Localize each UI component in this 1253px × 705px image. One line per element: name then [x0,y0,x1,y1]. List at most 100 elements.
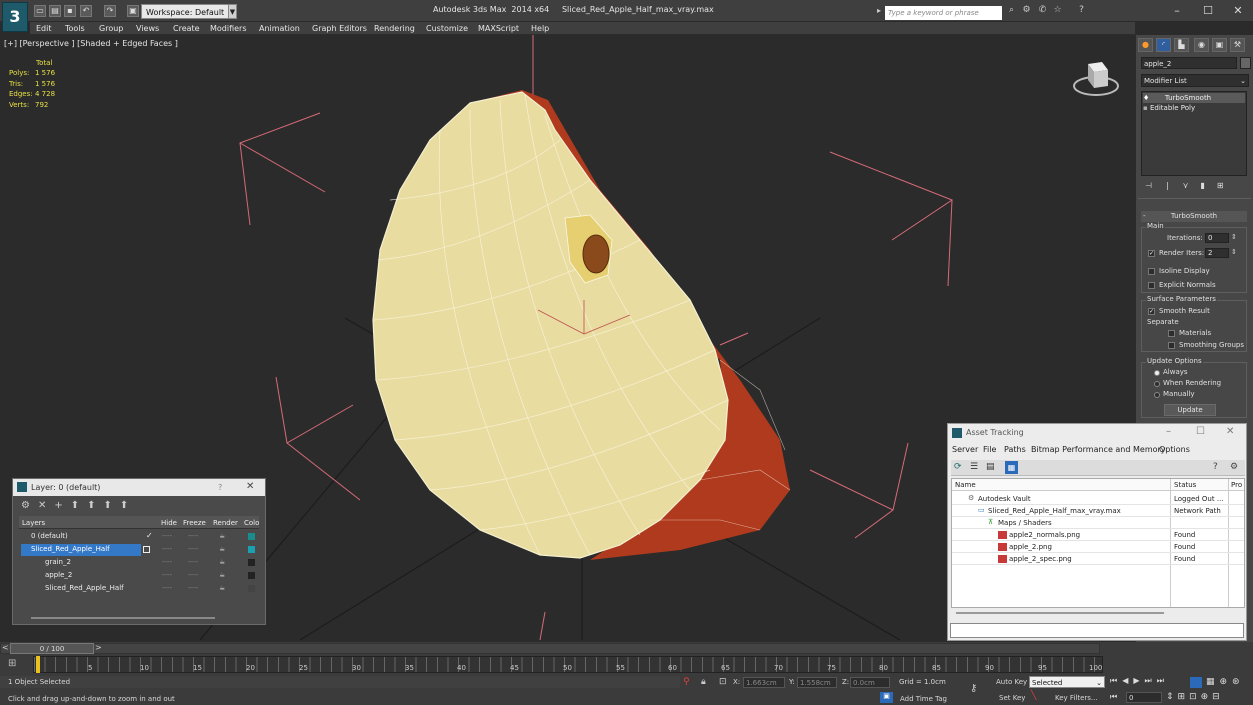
always-radio[interactable] [1154,370,1160,376]
table-row[interactable]: ⚙ Autodesk Vault Logged Out ... [952,493,1244,505]
favorites-star-icon[interactable]: ☆ [1052,5,1063,16]
time-tag-icon[interactable]: ▣ [880,692,893,703]
layer-color-swatch[interactable] [248,572,255,579]
search-input[interactable]: Type a keyword or phrase [885,6,1002,20]
col-hide[interactable]: Hide [161,519,177,527]
new-file-icon[interactable]: ▭ [34,5,46,17]
motion-tab-icon[interactable]: ◉ [1194,38,1209,52]
menu-group[interactable]: Group [99,22,123,35]
explicit-normals-checkbox[interactable] [1148,282,1155,289]
utilities-tab-icon[interactable]: ⚒ [1230,38,1245,52]
close-button[interactable]: ✕ [1223,2,1253,19]
set-key-button[interactable]: Set Key [999,694,1025,702]
mini-curve-editor-icon[interactable]: ⊞ [8,658,16,669]
add-time-tag[interactable]: Add Time Tag [900,695,947,703]
asset-path-field[interactable] [950,623,1244,638]
time-slider-thumb[interactable]: 0 / 100 [10,643,94,654]
layer-row[interactable]: Sliced_Red_Apple_Half ---- ---- ☕ [19,583,259,595]
spinner-arrows-icon[interactable]: ⇕ [1231,233,1237,241]
workspace-dropdown[interactable]: Workspace: Default [141,4,229,19]
slider-left-arrow[interactable]: < [2,643,9,652]
isoline-checkbox[interactable] [1148,268,1155,275]
turbosmooth-rollout-header[interactable]: - TurboSmooth [1141,211,1247,222]
auto-key-button[interactable]: Auto Key [996,678,1027,686]
selection-set-dropdown[interactable]: Selected ⌄ [1029,676,1105,688]
layer-toolbar[interactable]: ⚙✕+⬆⬆⬆⬆ [21,500,136,511]
menu-views[interactable]: Views [136,22,159,35]
x-coordinate-field[interactable]: 1.663cm [743,677,785,688]
layer-row[interactable]: Sliced_Red_Apple_Half ---- ---- ☕ [19,544,259,556]
update-button[interactable]: Update [1164,404,1216,416]
table-row[interactable]: apple_2_spec.png Found [952,553,1244,565]
isolate-icon[interactable]: ⚲ [683,677,690,687]
playback-controls[interactable]: ⏮◀▶⏭⏭ [1110,676,1169,686]
menu-tools[interactable]: Tools [65,22,85,35]
time-slider-track[interactable] [0,643,1100,654]
viewport-nav-icons[interactable]: ▦⊕⊛ [1206,677,1245,687]
menu-graph-editors[interactable]: Graph Editors [312,22,367,35]
key-icon[interactable]: ⚷ [970,683,977,694]
smoothing-groups-checkbox[interactable] [1168,342,1175,349]
maximize-button[interactable]: ☐ [1193,2,1223,19]
lightbulb-icon[interactable]: ♦ [1143,94,1149,102]
horizontal-scrollbar[interactable] [31,617,215,619]
close-icon[interactable]: ✕ [246,481,254,492]
asset-menu-server[interactable]: Server [952,445,978,454]
key-filters-button[interactable]: Key Filters... [1055,694,1098,702]
undo-icon[interactable]: ↶ [80,5,92,17]
stack-item-editable-poly[interactable]: ▪ Editable Poly [1143,103,1245,113]
chevron-down-icon[interactable]: ▼ [228,4,237,19]
asset-menu-bitmap[interactable]: Bitmap Performance and Memory [1031,445,1166,454]
list-view-icon[interactable]: ☰ [970,462,978,472]
asset-menu-paths[interactable]: Paths [1004,445,1026,454]
redo-icon[interactable]: ↷ [104,5,116,17]
open-file-icon[interactable]: ▤ [49,5,61,17]
table-row[interactable]: apple_2.png Found [952,541,1244,553]
object-color-swatch[interactable] [1240,57,1251,69]
layer-row[interactable]: grain_2 ---- ---- ☕ [19,557,259,569]
layer-row[interactable]: 0 (default) ✓ ---- ---- ☕ [19,531,259,543]
settings-icon[interactable]: ⚙ [1230,462,1238,472]
close-icon[interactable]: ✕ [1226,426,1234,437]
slider-right-arrow[interactable]: > [95,643,102,652]
layer-color-swatch[interactable] [248,559,255,566]
create-tab-icon[interactable]: ● [1138,38,1153,52]
manually-radio[interactable] [1154,392,1160,398]
minimize-button[interactable]: – [1162,2,1192,19]
display-tab-icon[interactable]: ▣ [1212,38,1227,52]
layer-color-swatch[interactable] [248,546,255,553]
asset-menu-file[interactable]: File [983,445,996,454]
menu-rendering[interactable]: Rendering [374,22,415,35]
key-mode-toggle-icon[interactable] [1190,677,1202,688]
menu-create[interactable]: Create [173,22,200,35]
stack-item-turbosmooth[interactable]: ♦ TurboSmooth [1143,93,1245,103]
modify-tab-icon[interactable]: ◜ [1156,38,1171,52]
maximize-button[interactable]: ☐ [1196,426,1205,437]
z-coordinate-field[interactable]: 0.0cm [850,677,890,688]
layer-color-swatch[interactable] [248,533,255,540]
save-file-icon[interactable]: ▪ [64,5,76,17]
hierarchy-tab-icon[interactable]: ▙ [1174,38,1189,52]
when-rendering-radio[interactable] [1154,381,1160,387]
binoculars-icon[interactable]: ⌕ [1006,5,1017,16]
table-row[interactable]: apple2_normals.png Found [952,529,1244,541]
lock-selection-icon[interactable]: 🔒︎ [701,677,706,687]
materials-checkbox[interactable] [1168,330,1175,337]
viewport-label[interactable]: [+] [Perspective ] [Shaded + Edged Faces… [4,39,178,48]
col-proxy[interactable]: Pro [1231,481,1242,489]
asset-menu-options[interactable]: Options [1159,445,1190,454]
menu-edit[interactable]: Edit [36,22,52,35]
viewcube-icon[interactable] [1072,58,1120,98]
grid-view-icon[interactable]: ▦ [1005,461,1018,474]
horizontal-scrollbar[interactable] [956,612,1164,614]
subscription-icon[interactable]: ⚙ [1021,5,1032,16]
refresh-icon[interactable]: ⟳ [954,462,962,472]
spinner-arrows-icon[interactable]: ⇕ [1231,248,1237,256]
object-name-field[interactable]: apple_2 [1141,57,1237,69]
tree-view-icon[interactable]: ▤ [986,462,995,472]
col-status[interactable]: Status [1174,481,1196,489]
menu-animation[interactable]: Animation [259,22,300,35]
render-iters-checkbox[interactable]: ✓ [1148,250,1155,257]
col-name[interactable]: Name [955,481,976,489]
col-freeze[interactable]: Freeze [183,519,206,527]
